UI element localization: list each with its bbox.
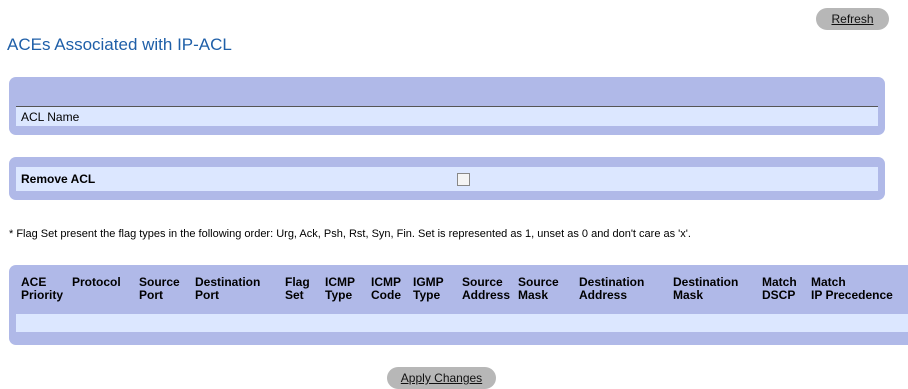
column-header-line1: Protocol xyxy=(72,275,121,289)
column-header: Match IP Precedence xyxy=(811,276,893,302)
acl-name-panel: ACL Name xyxy=(9,77,885,135)
column-header: ICMP Type xyxy=(325,276,355,302)
column-header: ICMP Code xyxy=(371,276,401,302)
column-header-line2: Port xyxy=(195,288,219,302)
column-header-line2: Code xyxy=(371,288,401,302)
column-header: Flag Set xyxy=(285,276,310,302)
ace-table-panel: ACE Priority Protocol Source Port Destinatio… xyxy=(9,265,908,345)
column-header: ACE Priority xyxy=(21,276,63,302)
column-header-line2: Address xyxy=(462,288,511,302)
remove-acl-row: Remove ACL xyxy=(16,167,878,191)
column-header: Protocol xyxy=(72,276,121,302)
column-header-line2: Mask xyxy=(518,288,549,302)
acl-name-label: ACL Name xyxy=(21,110,80,124)
column-header-line2: Priority xyxy=(21,288,64,302)
page-title: ACEs Associated with IP-ACL xyxy=(7,35,232,54)
table-row xyxy=(16,314,908,332)
remove-acl-panel: Remove ACL xyxy=(9,157,885,200)
flag-set-note: * Flag Set present the flag types in the… xyxy=(9,228,691,240)
column-header-line2 xyxy=(72,289,121,302)
column-header: Source Address xyxy=(462,276,510,302)
apply-changes-button[interactable]: Apply Changes xyxy=(387,367,496,389)
refresh-button[interactable]: Refresh xyxy=(816,8,889,30)
column-header-line2: Type xyxy=(325,288,353,302)
column-header: Destination Port xyxy=(195,276,260,302)
column-header: Match DSCP xyxy=(762,276,797,302)
column-header-line2: Type xyxy=(413,288,441,302)
column-header-line2: Set xyxy=(285,288,304,302)
column-header: Source Port xyxy=(139,276,180,302)
remove-acl-checkbox[interactable] xyxy=(457,173,470,186)
ace-table-header: ACE Priority Protocol Source Port Destinatio… xyxy=(9,276,908,302)
column-header-line2: Port xyxy=(139,288,163,302)
column-header-line2: IP Precedence xyxy=(811,288,893,302)
column-header: Source Mask xyxy=(518,276,559,302)
column-header-line2: Address xyxy=(579,288,628,302)
column-header-line2: Mask xyxy=(673,288,704,302)
remove-acl-label: Remove ACL xyxy=(21,172,96,186)
column-header-line2: DSCP xyxy=(762,288,796,302)
column-header: Destination Mask xyxy=(673,276,738,302)
column-header: IGMP Type xyxy=(413,276,444,302)
column-header: Destination Address xyxy=(579,276,644,302)
acl-name-row: ACL Name xyxy=(16,106,878,126)
